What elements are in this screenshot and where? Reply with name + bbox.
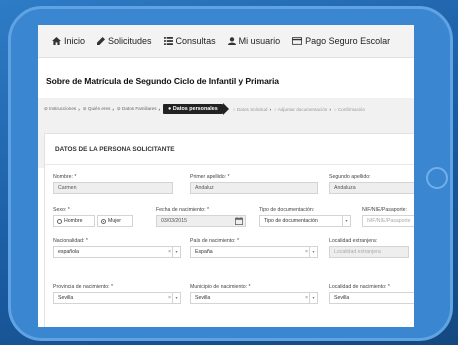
nav-label: Inicio [64,36,86,46]
step-separator: › [112,106,114,112]
nacionalidad-select[interactable]: española × ▾ [53,246,181,258]
nav-label: Consultas [175,36,216,46]
municipio-nacimiento-label: Municipio de nacimiento: * [190,284,251,290]
sexo-label: Sexo: * [53,207,70,213]
wizard-steps: ⊘ Instrucciones › ⊘ Quién eres › ⊘ Datos… [44,103,367,115]
panel-header: DATOS DE LA PERSONA SOLICITANTE [45,134,414,165]
localidad-extranjera-label: Localidad extranjera: [329,238,378,244]
step-datos-familiares[interactable]: ⊘ Datos Familiares [117,106,157,112]
clear-icon[interactable]: × [168,247,171,257]
step-separator: › [329,106,331,112]
nav-item-pago-seguro-escolar[interactable]: Pago Seguro Escolar [292,36,390,46]
step-adjuntar-documentacion[interactable]: ○ Adjuntar documentación [274,107,327,112]
pais-nacimiento-select[interactable]: España × ▾ [190,246,318,258]
nif-field[interactable]: NIF/NIE/Pasaporte [362,215,414,227]
nav-item-inicio[interactable]: Inicio [52,36,85,46]
step-separator: › [269,106,271,112]
step-quien-eres[interactable]: ⊘ Quién eres [83,106,111,112]
radio-dot-selected [101,218,106,224]
user-icon [227,37,236,45]
step-instrucciones[interactable]: ⊘ Instrucciones [44,106,76,112]
home-icon [52,37,61,45]
active-step-arrow [222,103,229,115]
step-datos-personales[interactable]: ● Datos personales [163,104,223,114]
fecha-nacimiento-label: Fecha de nacimiento: * [156,207,210,213]
step-separator: › [78,106,80,112]
chevron-down-icon: ▾ [342,216,350,226]
pencil-icon [97,37,106,45]
nacionalidad-label: Nacionalidad: * [53,238,88,244]
municipio-nacimiento-select[interactable]: Sevilla × ▾ [190,292,318,304]
provincia-nacimiento-label: Provincia de nacimiento: * [53,284,113,290]
nav-label: Mi usuario [238,36,281,46]
localidad-nacimiento-label: Localidad de nacimiento: * [329,284,390,290]
applicant-panel: DATOS DE LA PERSONA SOLICITANTE Nombre: … [44,133,414,327]
clear-icon[interactable]: × [168,293,171,303]
radio-mujer[interactable]: Mujer [97,215,133,227]
app-screen: Inicio Solicitudes Consultas Mi usuario … [38,25,414,327]
nif-label: NIF/NIE/Pasaporte: [362,207,407,213]
localidad-extranjera-field[interactable]: Localidad extranjera [329,246,409,258]
segundo-apellido-label: Segundo apellido: [329,174,371,180]
nombre-label: Nombre: * [53,174,77,180]
calendar-icon[interactable] [235,217,243,225]
step-separator: › [158,106,161,112]
radio-dot [57,218,62,224]
chevron-down-icon: ▾ [172,247,180,257]
clear-icon[interactable]: × [305,293,308,303]
panel-title: DATOS DE LA PERSONA SOLICITANTE [55,146,175,153]
nav-label: Pago Seguro Escolar [305,36,391,46]
clear-icon[interactable]: × [305,247,308,257]
segundo-apellido-field[interactable]: Andaluza [329,182,414,194]
credit-card-icon [292,37,303,45]
primer-apellido-label: Primer apellido: * [190,174,230,180]
provincia-nacimiento-select[interactable]: Sevilla × ▾ [53,292,181,304]
page-title: Sobre de Matrícula de Segundo Ciclo de I… [46,76,279,86]
step-confirmacion[interactable]: ○ Confirmación [334,107,365,112]
chevron-down-icon: ▾ [309,293,317,303]
radio-hombre[interactable]: Hombre [53,215,95,227]
step-datos-solicitud[interactable]: ○ Datos Solicitud [233,107,268,112]
localidad-nacimiento-select[interactable]: Sevilla [329,292,414,304]
nav-item-solicitudes[interactable]: Solicitudes [97,36,152,46]
nav-item-mi-usuario[interactable]: Mi usuario [227,36,281,46]
tipo-documento-select[interactable]: Tipo de documentación ▾ [259,215,351,227]
fecha-nacimiento-field[interactable]: 03/03/2015 [156,215,246,227]
chevron-down-icon: ▾ [309,247,317,257]
pais-nacimiento-label: País de nacimiento: * [190,238,240,244]
nav-item-consultas[interactable]: Consultas [163,36,216,46]
chevron-down-icon: ▾ [172,293,180,303]
nav-label: Solicitudes [108,36,152,46]
top-nav: Inicio Solicitudes Consultas Mi usuario … [38,25,414,58]
tablet-home-button [426,167,448,189]
tipo-documento-label: Tipo de documentación: [259,207,315,213]
list-icon [163,37,173,45]
primer-apellido-field[interactable]: Andaluz [190,182,318,194]
nombre-field[interactable]: Carmen [53,182,173,194]
